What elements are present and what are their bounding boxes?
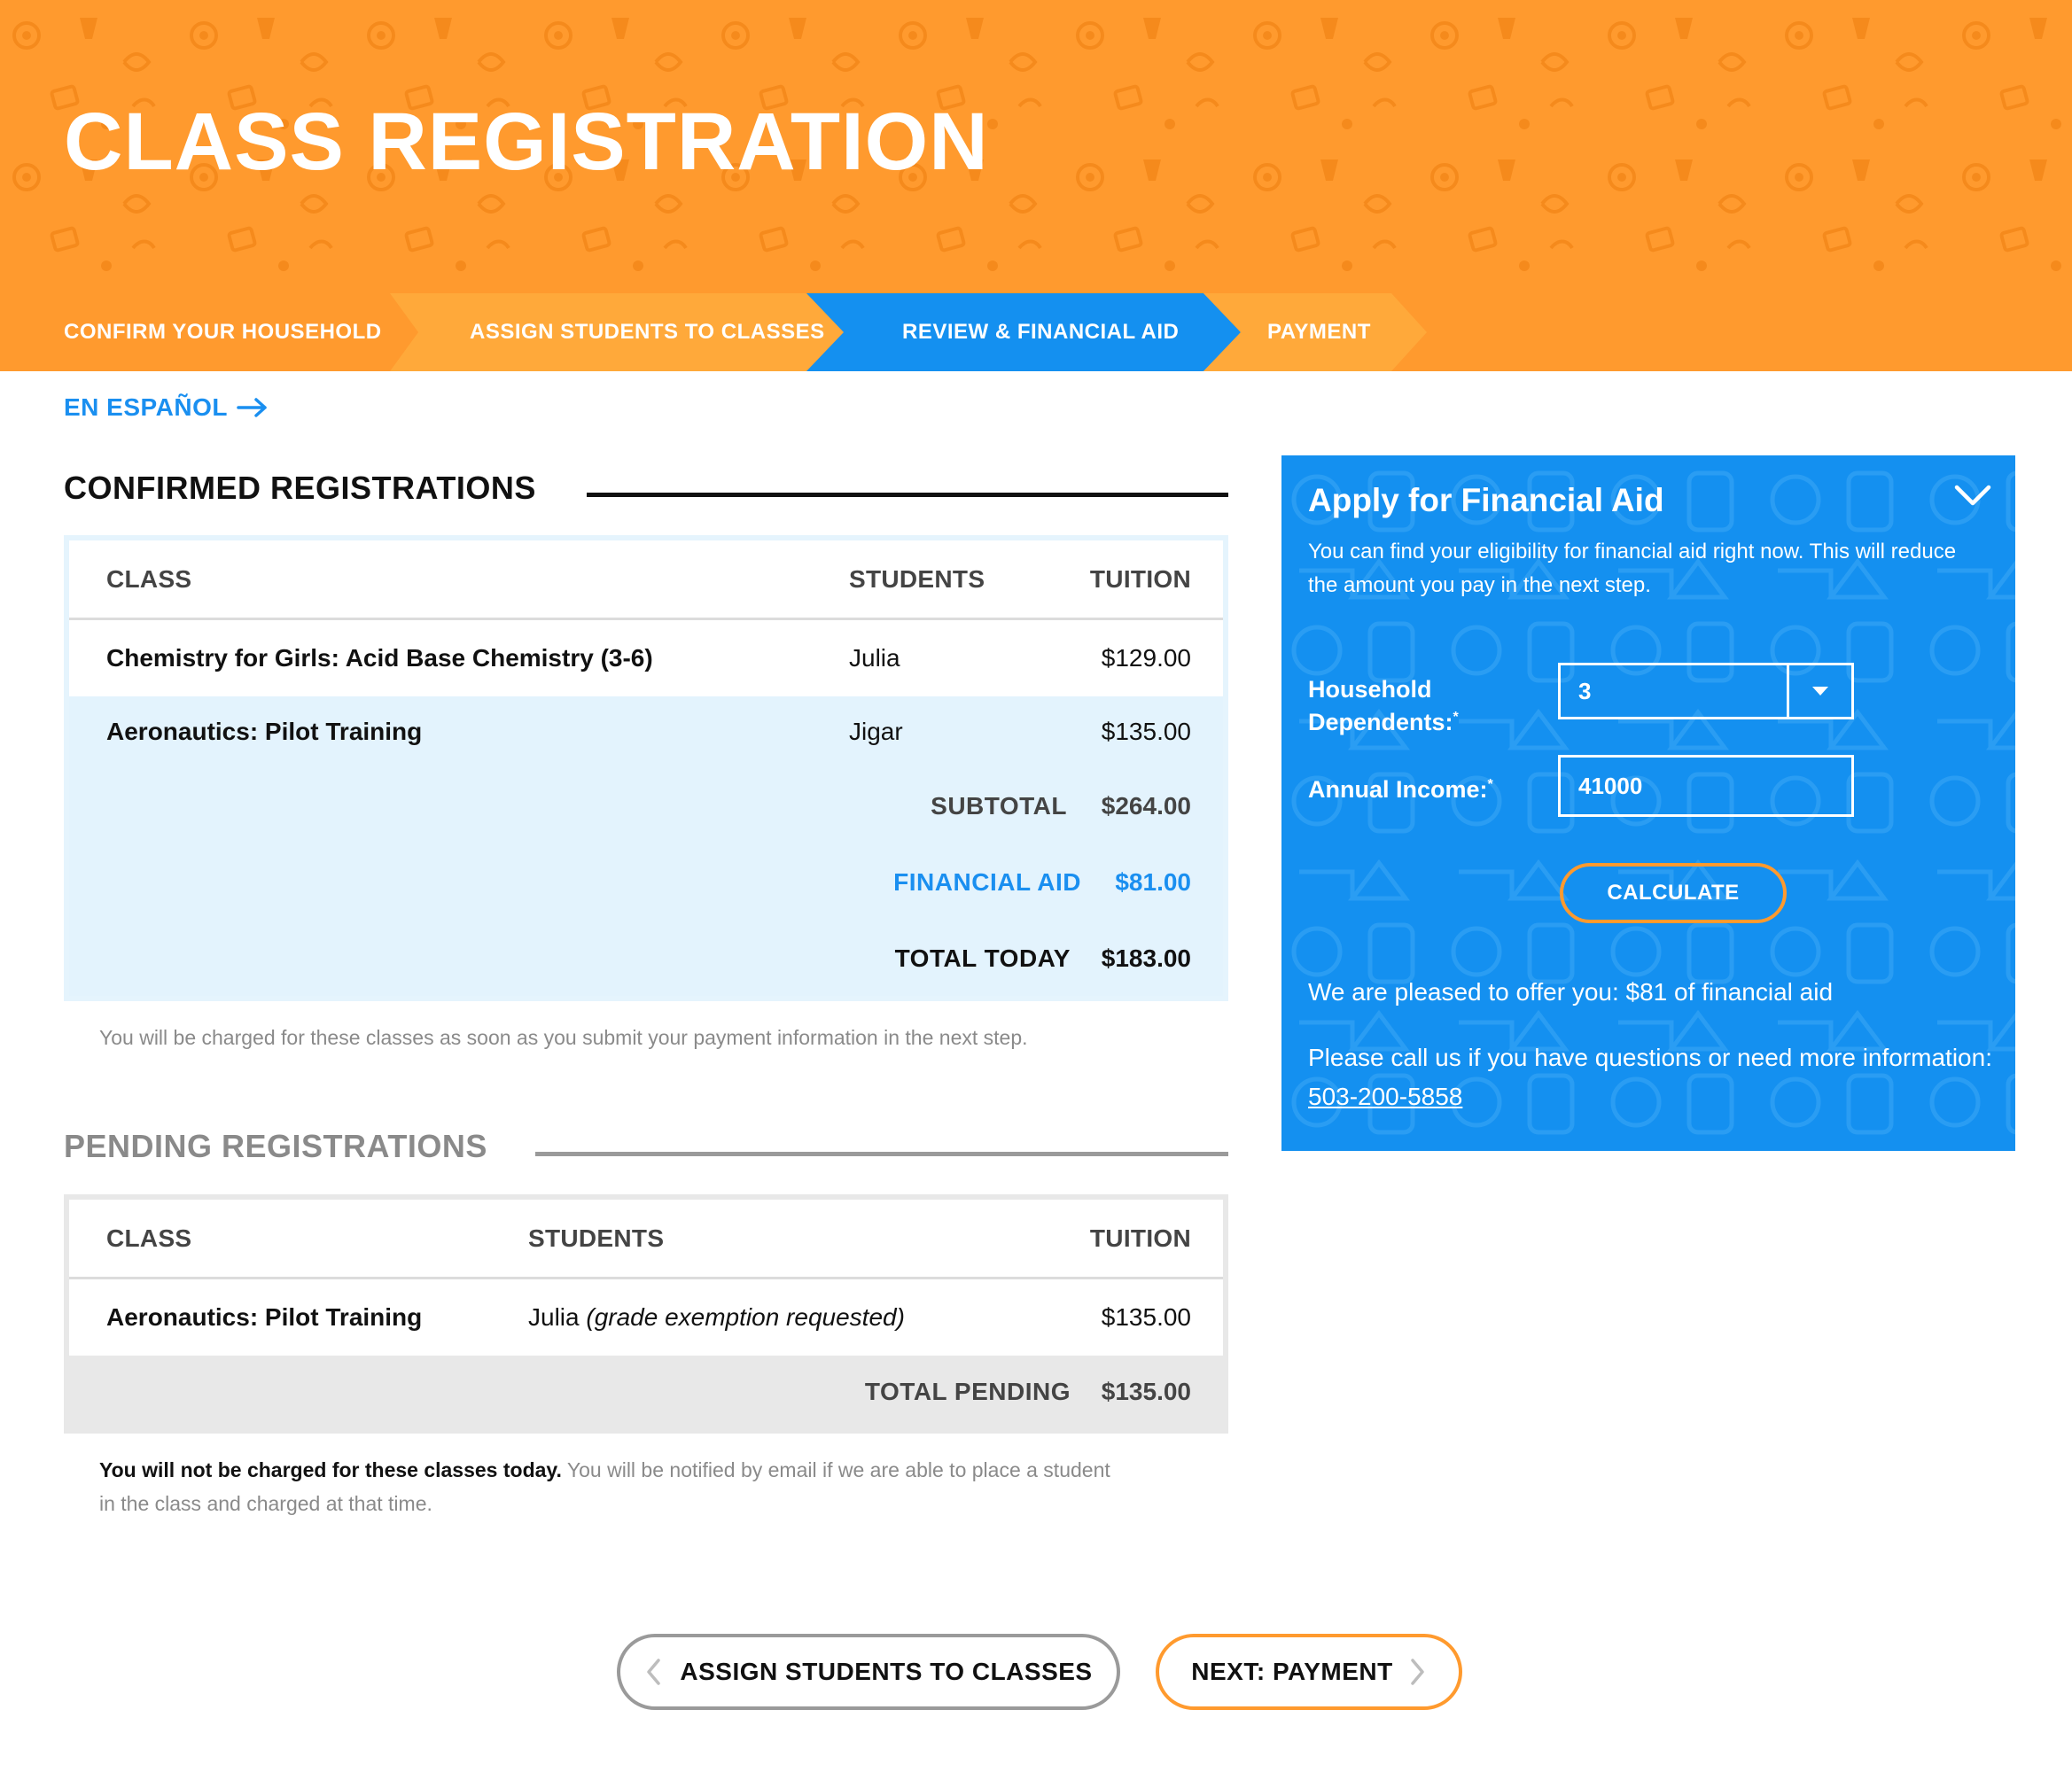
language-link-espanol[interactable]: EN ESPAÑOL bbox=[64, 393, 269, 422]
confirmed-charge-note: You will be charged for these classes as… bbox=[99, 1026, 1028, 1049]
progress-steps: CONFIRM YOUR HOUSEHOLD ASSIGN STUDENTS T… bbox=[0, 293, 2072, 371]
financial-aid-label: FINANCIAL AID bbox=[893, 868, 1081, 896]
total-pending-label: TOTAL PENDING bbox=[864, 1378, 1071, 1405]
step-label: PAYMENT bbox=[1267, 320, 1371, 344]
tuition-amount: $135.00 bbox=[1101, 718, 1191, 745]
total-today-label: TOTAL TODAY bbox=[894, 944, 1071, 972]
column-header-class: CLASS bbox=[106, 1224, 192, 1252]
student-cell: Julia (grade exemption requested) bbox=[528, 1279, 905, 1356]
student-name: Jigar bbox=[849, 718, 903, 745]
label-line: Household bbox=[1308, 676, 1432, 703]
total-today-row: TOTAL TODAY $183.00 bbox=[69, 923, 1223, 994]
column-header-students: STUDENTS bbox=[849, 564, 985, 593]
table-row: Aeronautics: Pilot Training Julia (grade… bbox=[69, 1279, 1223, 1356]
student-name: Julia bbox=[849, 644, 900, 672]
tuition-amount: $129.00 bbox=[1101, 644, 1191, 672]
language-link-label: EN ESPAÑOL bbox=[64, 393, 228, 421]
annual-income-input[interactable]: 41000 bbox=[1558, 755, 1854, 817]
class-name: Aeronautics: Pilot Training bbox=[106, 1303, 423, 1331]
back-assign-students-button[interactable]: ASSIGN STUDENTS TO CLASSES bbox=[617, 1634, 1120, 1710]
chevron-right-icon bbox=[1410, 1659, 1424, 1685]
input-value: 41000 bbox=[1578, 772, 1643, 799]
step-review-financial-aid[interactable]: REVIEW & FINANCIAL AID bbox=[806, 293, 1241, 371]
selected-value: 3 bbox=[1578, 677, 1592, 704]
financial-aid-panel: Apply for Financial Aid You can find you… bbox=[1281, 455, 2015, 1151]
page-header: CLASS REGISTRATION bbox=[0, 0, 2072, 293]
confirmed-table: CLASS STUDENTS TUITION Chemistry for Gir… bbox=[64, 535, 1228, 1001]
caret-down-icon bbox=[1812, 687, 1828, 696]
phone-link[interactable]: 503-200-5858 bbox=[1308, 1083, 1462, 1110]
student-name: Julia bbox=[528, 1303, 580, 1331]
pending-section-title: PENDING REGISTRATIONS bbox=[64, 1128, 487, 1164]
chevron-down-icon[interactable] bbox=[1953, 482, 1992, 509]
section-divider bbox=[535, 1152, 1228, 1156]
step-assign-students[interactable]: ASSIGN STUDENTS TO CLASSES bbox=[390, 293, 844, 371]
column-header-students: STUDENTS bbox=[528, 1224, 665, 1252]
required-mark: * bbox=[1453, 710, 1459, 725]
select-divider bbox=[1787, 665, 1789, 717]
financial-aid-row: FINANCIAL AID $81.00 bbox=[69, 847, 1223, 918]
label-line: Annual Income: bbox=[1308, 776, 1488, 803]
section-divider bbox=[587, 493, 1228, 497]
table-header-row: CLASS STUDENTS TUITION bbox=[69, 1200, 1223, 1279]
table-row: Chemistry for Girls: Acid Base Chemistry… bbox=[69, 620, 1223, 696]
step-label: ASSIGN STUDENTS TO CLASSES bbox=[470, 320, 825, 344]
pending-note-bold: You will not be charged for these classe… bbox=[99, 1458, 562, 1481]
financial-aid-title: Apply for Financial Aid bbox=[1308, 482, 1664, 518]
financial-aid-description: You can find your eligibility for financ… bbox=[1308, 540, 1957, 597]
page-title: CLASS REGISTRATION bbox=[64, 97, 989, 187]
contact-text: Please call us if you have questions or … bbox=[1308, 1044, 1992, 1071]
back-button-label: ASSIGN STUDENTS TO CLASSES bbox=[680, 1658, 1093, 1685]
total-pending-amount: $135.00 bbox=[1101, 1378, 1191, 1405]
subtotal-amount: $264.00 bbox=[1101, 792, 1191, 820]
chevron-left-icon bbox=[647, 1659, 661, 1685]
step-payment[interactable]: PAYMENT bbox=[1203, 293, 1427, 371]
tuition-amount: $135.00 bbox=[1101, 1303, 1191, 1331]
subtotal-row: SUBTOTAL $264.00 bbox=[69, 771, 1223, 842]
label-line: Dependents: bbox=[1308, 709, 1453, 735]
confirmed-section-title: CONFIRMED REGISTRATIONS bbox=[64, 470, 536, 506]
arrow-right-icon bbox=[237, 398, 267, 417]
next-button-label: NEXT: PAYMENT bbox=[1191, 1658, 1393, 1685]
financial-aid-amount: $81.00 bbox=[1115, 868, 1191, 896]
column-header-tuition: TUITION bbox=[1089, 564, 1191, 593]
subtotal-label: SUBTOTAL bbox=[931, 792, 1067, 820]
next-payment-button[interactable]: NEXT: PAYMENT bbox=[1156, 1634, 1462, 1710]
step-confirm-household[interactable]: CONFIRM YOUR HOUSEHOLD bbox=[0, 293, 418, 371]
step-label: REVIEW & FINANCIAL AID bbox=[902, 320, 1180, 344]
grade-exemption-note: (grade exemption requested) bbox=[586, 1303, 905, 1331]
pending-charge-note: You will not be charged for these classe… bbox=[99, 1453, 1198, 1520]
household-dependents-label: Household Dependents:* bbox=[1308, 675, 1459, 736]
financial-aid-contact: Please call us if you have questions or … bbox=[1308, 1038, 1999, 1116]
annual-income-label: Annual Income:* bbox=[1308, 771, 1493, 804]
pending-note-line2: in the class and charged at that time. bbox=[99, 1492, 432, 1515]
total-pending-row: TOTAL PENDING $135.00 bbox=[69, 1356, 1223, 1428]
table-header-row: CLASS STUDENTS TUITION bbox=[69, 540, 1223, 620]
required-mark: * bbox=[1487, 777, 1493, 792]
pending-note-line1: You will be notified by email if we are … bbox=[566, 1458, 1110, 1481]
financial-aid-offer: We are pleased to offer you: $81 of fina… bbox=[1308, 978, 1834, 1006]
table-row: Aeronautics: Pilot Training Jigar $135.0… bbox=[69, 696, 1223, 767]
class-name: Chemistry for Girls: Acid Base Chemistry… bbox=[106, 644, 653, 672]
class-name: Aeronautics: Pilot Training bbox=[106, 718, 423, 745]
column-header-tuition: TUITION bbox=[1089, 1224, 1191, 1252]
pending-table: CLASS STUDENTS TUITION Aeronautics: Pilo… bbox=[64, 1194, 1228, 1434]
column-header-class: CLASS bbox=[106, 564, 192, 593]
total-today-amount: $183.00 bbox=[1101, 944, 1191, 972]
calculate-button[interactable]: CALCULATE bbox=[1560, 863, 1787, 923]
step-label: CONFIRM YOUR HOUSEHOLD bbox=[64, 320, 382, 344]
household-dependents-select[interactable]: 3 bbox=[1558, 663, 1854, 719]
